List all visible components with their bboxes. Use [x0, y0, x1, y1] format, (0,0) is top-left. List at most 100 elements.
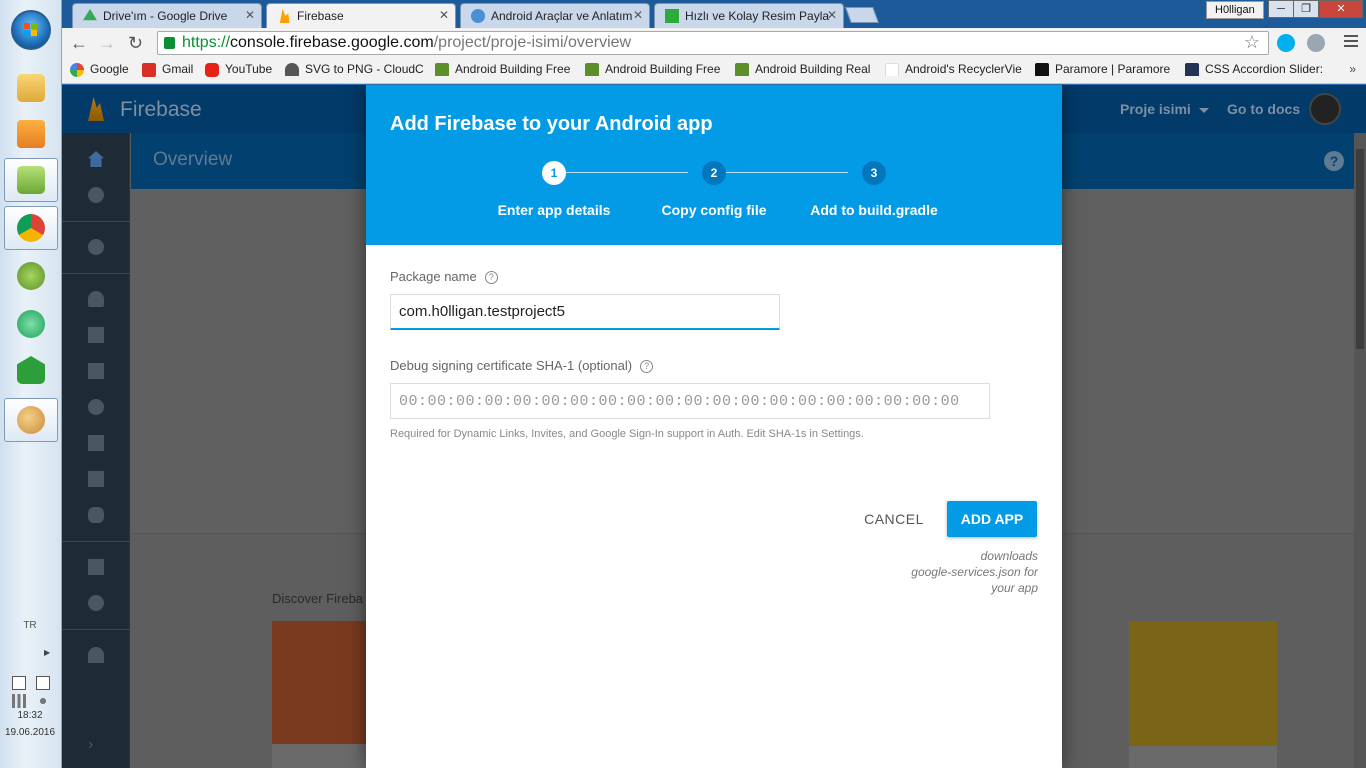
discover-heading: Discover Fireba	[272, 591, 364, 606]
tab-google-drive[interactable]: Drive'ım - Google Drive ✕	[72, 3, 262, 28]
feature-card-body[interactable]	[1129, 746, 1277, 768]
action-center-icon[interactable]	[12, 676, 26, 690]
analytics-icon[interactable]	[88, 239, 104, 255]
firebase-logo-icon[interactable]	[88, 97, 104, 121]
go-to-docs-link[interactable]: Go to docs	[1227, 101, 1300, 117]
settings-icon[interactable]	[88, 187, 104, 203]
add-app-note: downloads google-services.json for your …	[911, 549, 1038, 595]
nav-divider	[62, 273, 130, 274]
admob-icon[interactable]	[88, 647, 104, 663]
home-icon[interactable]	[88, 151, 104, 167]
google-drive-icon	[83, 9, 97, 21]
test-lab-icon[interactable]	[88, 471, 104, 487]
cancel-button[interactable]: CANCEL	[856, 501, 932, 537]
volume-icon[interactable]	[36, 694, 50, 708]
bookmark-android-building-2[interactable]: Android Building Free	[585, 62, 723, 76]
taskbar-map-app[interactable]	[4, 348, 58, 392]
folder-icon	[17, 74, 45, 102]
users-icon[interactable]	[88, 291, 104, 307]
maximize-button[interactable]: ❐	[1293, 0, 1319, 18]
help-icon[interactable]: ?	[1324, 151, 1344, 171]
skype-icon[interactable]	[1277, 34, 1295, 52]
notepad-plus-plus-icon	[17, 166, 45, 194]
bookmark-recyclerview[interactable]: Android's RecyclerVie	[885, 62, 1023, 76]
taskbar-media-player[interactable]	[4, 112, 58, 156]
taskbar-file-explorer[interactable]	[4, 66, 58, 110]
more-bookmarks-icon[interactable]: »	[1349, 62, 1356, 76]
back-icon[interactable]: ←	[70, 33, 88, 53]
stepper-connector	[564, 172, 688, 173]
address-bar[interactable]: https://console.firebase.google.com/proj…	[157, 31, 1269, 55]
chrome-menu-icon[interactable]	[1344, 35, 1358, 49]
profile-button[interactable]: H0lligan	[1206, 1, 1264, 19]
forward-icon[interactable]: →	[98, 33, 116, 53]
bookmark-android-building-1[interactable]: Android Building Free	[435, 62, 573, 76]
add-app-button[interactable]: ADD APP	[947, 501, 1037, 537]
project-selector[interactable]: Proje isimi	[1120, 101, 1209, 117]
close-tab-icon[interactable]: ✕	[439, 8, 449, 22]
bookmark-css-accordion[interactable]: CSS Accordion Slider:	[1185, 62, 1323, 76]
tab-image-share[interactable]: Hızlı ve Kolay Resim Payla ✕	[654, 3, 844, 28]
help-circle-icon[interactable]: ?	[640, 360, 654, 374]
taskbar-notepad-plus-plus[interactable]	[4, 158, 58, 202]
android-book-icon	[435, 63, 449, 76]
notifications-icon[interactable]	[88, 559, 104, 575]
new-tab-button[interactable]	[845, 7, 879, 23]
database-icon[interactable]	[88, 327, 104, 343]
bookmark-paramore[interactable]: Paramore | Paramore	[1035, 62, 1173, 76]
extension-icon[interactable]	[1307, 34, 1325, 52]
scroll-thumb[interactable]	[1356, 149, 1364, 349]
windows-logo-icon	[24, 23, 38, 37]
dynamic-links-icon[interactable]	[88, 595, 104, 611]
page-scrollbar[interactable]	[1354, 133, 1366, 768]
language-indicator[interactable]: TR	[0, 620, 60, 631]
media-player-icon	[17, 120, 45, 148]
nav-divider	[62, 541, 130, 542]
clock-time[interactable]: 18:32	[0, 710, 60, 721]
network-icon[interactable]	[12, 694, 26, 708]
bookmark-gmail[interactable]: Gmail	[142, 62, 193, 77]
dialog-title: Add Firebase to your Android app	[390, 113, 713, 135]
tab-android-tools[interactable]: Android Araçlar ve Anlatım ✕	[460, 3, 650, 28]
feature-card-image[interactable]	[1129, 621, 1277, 746]
show-hidden-icons-icon[interactable]: ▶	[44, 648, 50, 657]
sha1-input[interactable]	[390, 383, 990, 419]
taskbar-chrome[interactable]	[4, 206, 58, 250]
minimize-button[interactable]: ─	[1268, 0, 1294, 18]
close-tab-icon[interactable]: ✕	[827, 8, 837, 22]
close-tab-icon[interactable]: ✕	[633, 8, 643, 22]
firebase-side-nav: ›	[62, 133, 130, 768]
expand-icon[interactable]: ›	[88, 737, 104, 753]
taskbar-paint[interactable]	[4, 398, 58, 442]
storage-icon[interactable]	[88, 363, 104, 379]
close-tab-icon[interactable]: ✕	[245, 8, 255, 22]
bookmark-youtube[interactable]: YouTube	[205, 62, 272, 77]
tab-label: Hızlı ve Kolay Resim Payla	[685, 9, 830, 23]
dialog-header: Add Firebase to your Android app 1 2 3 E…	[366, 85, 1062, 245]
clock-date[interactable]: 19.06.2016	[0, 727, 60, 738]
step-1-label: Enter app details	[497, 202, 611, 218]
bookmark-star-icon[interactable]: ☆	[1244, 32, 1260, 53]
tab-label: Drive'ım - Google Drive	[103, 9, 228, 23]
start-button[interactable]	[11, 10, 51, 50]
avatar[interactable]	[1309, 93, 1341, 125]
safely-remove-icon[interactable]	[36, 676, 50, 690]
taskbar-atom[interactable]	[4, 302, 58, 346]
firebase-brand[interactable]: Firebase	[120, 98, 202, 122]
taskbar-android-studio[interactable]	[4, 254, 58, 298]
help-circle-icon[interactable]: ?	[484, 271, 498, 285]
package-name-input[interactable]	[390, 294, 780, 330]
close-window-button[interactable]: ✕	[1319, 0, 1363, 18]
tab-label: Firebase	[297, 9, 344, 23]
atom-icon	[17, 310, 45, 338]
bookmark-svg-to-png[interactable]: SVG to PNG - CloudC	[285, 62, 423, 76]
tab-firebase[interactable]: Firebase ✕	[266, 3, 456, 28]
hosting-icon[interactable]	[88, 399, 104, 415]
lock-icon	[164, 37, 175, 49]
crash-icon[interactable]	[88, 507, 104, 523]
reload-icon[interactable]: ↻	[128, 33, 143, 53]
remote-config-icon[interactable]	[88, 435, 104, 451]
bookmark-google[interactable]: Google	[70, 62, 129, 77]
paramore-icon	[1035, 63, 1049, 76]
bookmark-android-building-3[interactable]: Android Building Real	[735, 62, 873, 76]
